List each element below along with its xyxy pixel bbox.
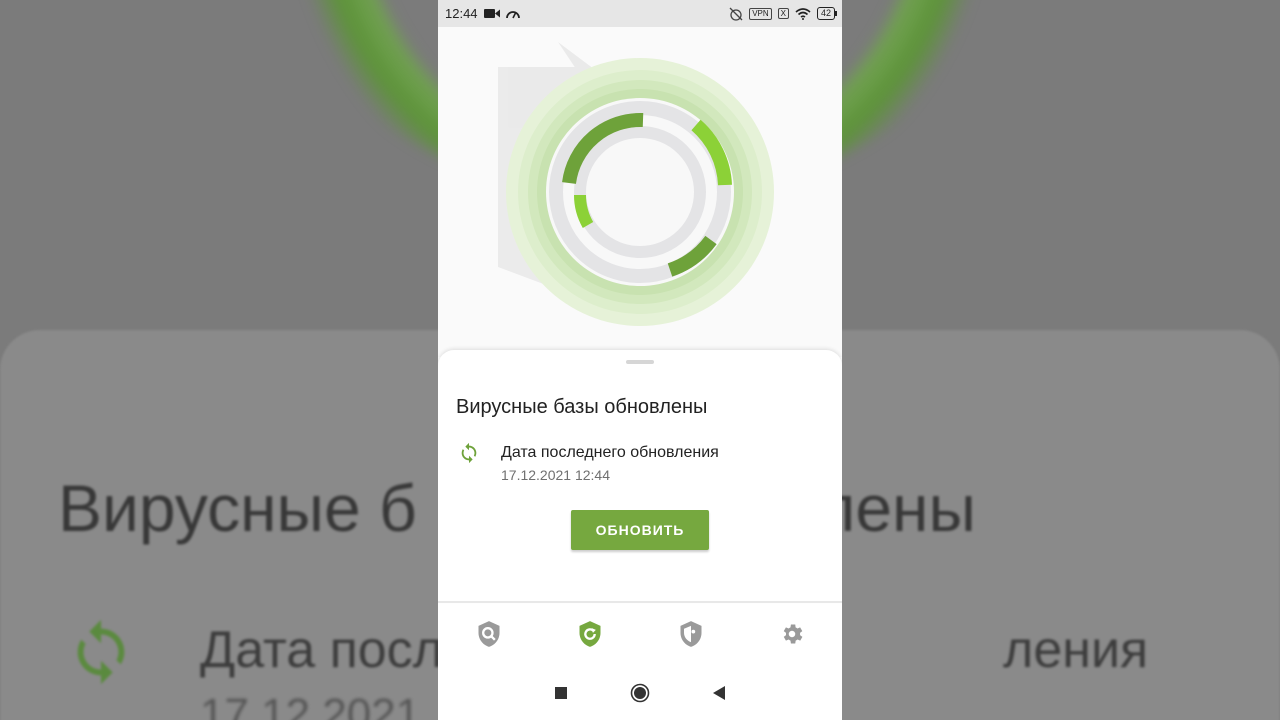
- background-title-part-1: Вирусные б: [58, 471, 417, 545]
- status-bar-right: VPN X 42: [729, 7, 838, 21]
- sheet-drag-handle[interactable]: [626, 360, 654, 364]
- phone-screen: 12:44 VPN X 42 Вирусные базы обновлены Д…: [438, 0, 842, 720]
- shield-update-icon: [579, 621, 600, 647]
- speedometer-icon: [505, 11, 520, 19]
- nav-item-update[interactable]: [570, 614, 610, 654]
- back-icon[interactable]: [712, 685, 726, 701]
- shield-search-icon: [478, 621, 499, 647]
- alarm-off-icon: [729, 7, 743, 21]
- background-date: 17.12.2021: [200, 690, 421, 720]
- nav-item-settings[interactable]: [772, 614, 812, 654]
- status-bar: 12:44 VPN X 42: [438, 0, 842, 27]
- bottom-navigation: [438, 603, 842, 665]
- system-navigation-bar: [438, 665, 842, 720]
- battery-indicator: 42: [816, 7, 838, 20]
- nav-item-scanner[interactable]: [469, 614, 509, 654]
- status-bar-left: 12:44: [445, 6, 520, 21]
- last-update-date: 17.12.2021 12:44: [501, 467, 610, 483]
- update-progress-graphic: [498, 42, 774, 326]
- x-badge: X: [777, 8, 789, 19]
- vpn-badge: VPN: [749, 7, 772, 20]
- video-camera-icon: [483, 9, 500, 18]
- background-sync-icon: [77, 619, 125, 685]
- nav-item-tools[interactable]: [671, 614, 711, 654]
- update-animation-area: [438, 27, 842, 357]
- recent-apps-icon[interactable]: [554, 686, 568, 700]
- background-sub-part-2: ления: [1003, 621, 1149, 679]
- gear-icon: [783, 624, 802, 644]
- shield-puzzle-icon: [680, 621, 701, 647]
- last-update-label: Дата последнего обновления: [501, 444, 719, 461]
- update-button[interactable]: ОБНОВИТЬ: [571, 510, 709, 550]
- update-bottom-sheet: Вирусные базы обновлены Дата последнего …: [438, 350, 842, 601]
- background-sub-part-1: Дата посл: [200, 621, 444, 679]
- wifi-icon: [795, 7, 811, 20]
- sheet-title: Вирусные базы обновлены: [456, 396, 708, 418]
- status-time: 12:44: [445, 6, 478, 21]
- home-icon[interactable]: [630, 683, 650, 703]
- sync-icon: [461, 442, 477, 464]
